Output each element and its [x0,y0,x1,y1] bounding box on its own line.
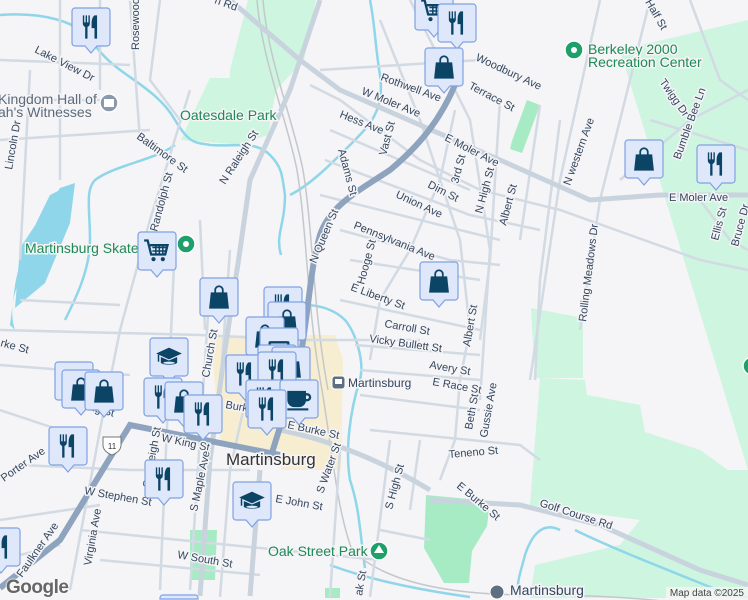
marker-shopping-bag[interactable] [84,371,124,418]
station-icon[interactable] [331,375,346,390]
street-label: n Rd [213,0,239,14]
recreation-icon [571,47,577,53]
station-bottom-label[interactable]: Martinsburg [509,581,586,600]
map-canvas[interactable]: 11 Lake View Dr Rosewood n Rd Lincoln Dr… [0,0,748,600]
map-attribution[interactable]: Map data ©2025 [665,587,748,600]
street-label: Faulkner Ave [15,520,62,579]
street-label: N Queen St [308,208,342,266]
street-label: rke St [0,337,30,356]
street-label: Albert St [461,304,480,348]
street-label: Lincoln Dr [3,119,23,170]
marker-shopping-cart[interactable] [137,231,177,278]
marker-restaurant[interactable] [144,459,184,506]
marker-restaurant[interactable] [696,144,736,191]
marker-shopping-bag[interactable] [424,47,464,94]
map[interactable]: 11 Lake View Dr Rosewood n Rd Lincoln Dr… [0,0,748,600]
oak-street-park-pin[interactable] [369,541,389,561]
street-label: Baltimore St [134,131,190,176]
city-label: Martinsburg [226,450,316,469]
street-label: Teneno St [448,445,498,461]
marker-restaurant[interactable] [71,7,111,54]
street-label: 3rd St [449,153,468,184]
skate-park-pin[interactable] [176,234,196,254]
oak-street-park-label[interactable]: Oak Street Park [267,542,371,561]
svg-text:11: 11 [108,442,117,451]
google-logo: Google [6,577,69,598]
marker-restaurant[interactable] [0,527,21,574]
street-label: Rosewood [130,0,142,50]
park-icon [183,241,189,247]
berkeley-pin[interactable] [564,40,584,60]
marker-restaurant[interactable] [437,3,477,50]
berkeley-label-2[interactable]: Recreation Center [587,53,704,72]
oatesdale-park-label[interactable]: Oatesdale Park [179,106,279,125]
marker-restaurant[interactable] [48,426,88,473]
marker-shopping-bag[interactable] [419,261,459,308]
street-label: Randolph St [148,171,175,233]
marker-school[interactable] [149,337,189,384]
kingdom-hall-label-2[interactable]: ah's Witnesses [0,103,93,122]
kingdom-hall-pin[interactable] [99,93,119,113]
street-label: Beth St [463,393,481,431]
street-label: E John St [274,493,323,513]
marker-school[interactable] [232,481,272,528]
marker-restaurant[interactable] [183,394,223,441]
marker-school[interactable] [159,594,199,600]
street-label: Rolling Meadows Dr [577,223,601,322]
street-label: Terrace St [467,80,517,114]
street-label: Vicky Bullett St [369,333,443,355]
us-route-11-shield: 11 [102,436,122,456]
street-label: Virginia Ave [82,508,104,567]
place-of-worship-icon [104,99,114,107]
marker-shopping-bag[interactable] [199,277,239,324]
street-label: E Moler Ave [669,192,728,204]
marker-shopping-bag[interactable] [624,139,664,186]
station-bottom-icon[interactable] [489,584,505,600]
street-label: Albert St [497,183,520,227]
station-label[interactable]: Martinsburg [347,375,413,392]
marker-restaurant[interactable] [247,389,287,436]
skate-park-label[interactable]: Martinsburg Skate [24,239,141,258]
